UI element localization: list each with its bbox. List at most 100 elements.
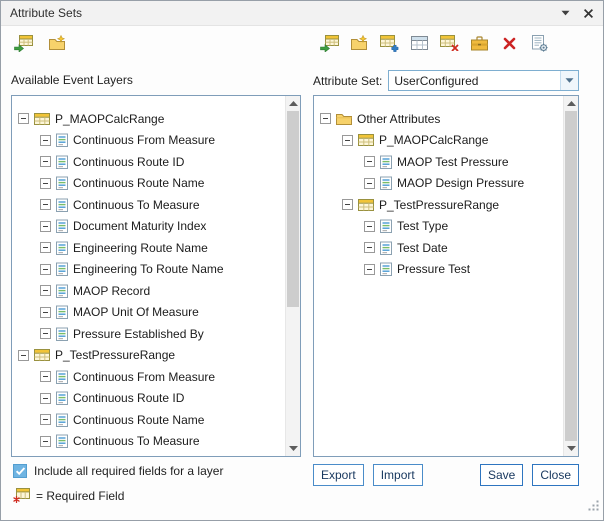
tree-item[interactable]: Continuous To Measure — [12, 431, 285, 453]
tree-item-label: Continuous Route Name — [73, 413, 204, 427]
collapse-icon[interactable] — [364, 264, 375, 275]
collapse-icon[interactable] — [40, 307, 51, 318]
chevron-down-icon[interactable] — [561, 10, 570, 16]
table-remove-icon[interactable] — [439, 34, 459, 52]
collapse-icon[interactable] — [40, 328, 51, 339]
left-scrollbar[interactable] — [285, 96, 300, 456]
tree-item[interactable]: Pressure Test — [314, 259, 563, 281]
collapse-icon[interactable] — [18, 113, 29, 124]
collapse-icon[interactable] — [40, 135, 51, 146]
collapse-icon[interactable] — [40, 221, 51, 232]
resize-grip-icon[interactable] — [587, 499, 600, 517]
include-required-checkbox[interactable] — [13, 464, 27, 478]
tree-item[interactable]: Test Type — [314, 216, 563, 238]
import-button[interactable]: Import — [373, 464, 423, 486]
collapse-icon[interactable] — [40, 264, 51, 275]
delete-icon[interactable] — [499, 34, 519, 52]
field-icon — [380, 262, 392, 276]
new-group-icon[interactable] — [47, 34, 67, 52]
close-button[interactable]: Close — [532, 464, 579, 486]
tree-item[interactable]: Continuous To Measure — [12, 194, 285, 216]
tree-item[interactable]: MAOP Record — [12, 280, 285, 302]
tree-item[interactable]: Continuous From Measure — [12, 130, 285, 152]
collapse-icon[interactable] — [364, 242, 375, 253]
field-icon — [380, 155, 392, 169]
field-icon — [56, 219, 68, 233]
tree-item-label: P_TestPressureRange — [55, 348, 175, 362]
button-spacer — [432, 464, 471, 486]
collapse-icon[interactable] — [40, 178, 51, 189]
table-grid-icon[interactable] — [409, 34, 429, 52]
collapse-icon[interactable] — [364, 156, 375, 167]
tree-item[interactable]: Other Attributes — [314, 108, 563, 130]
save-button[interactable]: Save — [480, 464, 523, 486]
new-group-icon[interactable] — [349, 34, 369, 52]
add-layer-icon[interactable] — [13, 34, 33, 52]
tree-item[interactable]: Engineering To Route Name — [12, 259, 285, 281]
tree-item[interactable]: Document Maturity Index — [12, 216, 285, 238]
attribute-set-dropdown[interactable]: UserConfigured — [388, 70, 579, 91]
attribute-sets-dialog: Attribute Sets Available Event Layers At… — [0, 0, 604, 521]
tree-item-label: Engineering To Route Name — [73, 262, 224, 276]
collapse-icon[interactable] — [342, 135, 353, 146]
scroll-down-icon[interactable] — [286, 441, 300, 456]
right-scrollbar[interactable] — [563, 96, 578, 456]
collapse-icon[interactable] — [364, 178, 375, 189]
tree-item[interactable]: P_MAOPCalcRange — [314, 130, 563, 152]
include-required-row: Include all required fields for a layer — [13, 464, 223, 478]
left-scrollbar-thumb[interactable] — [287, 111, 299, 307]
tree-item[interactable]: Continuous Route ID — [12, 151, 285, 173]
tree-item[interactable]: Continuous Route Name — [12, 409, 285, 431]
tree-item-label: Pressure Established By — [73, 327, 204, 341]
add-layer-icon[interactable] — [319, 34, 339, 52]
tree-item[interactable]: MAOP Design Pressure — [314, 173, 563, 195]
tree-item[interactable]: Continuous From Measure — [12, 366, 285, 388]
scroll-up-icon[interactable] — [286, 96, 300, 111]
attribute-set-panel: Other AttributesP_MAOPCalcRangeMAOP Test… — [313, 95, 579, 457]
collapse-icon[interactable] — [18, 350, 29, 361]
collapse-icon[interactable] — [364, 221, 375, 232]
dropdown-caret-icon[interactable] — [560, 71, 578, 90]
table-icon — [34, 349, 50, 361]
tree-item[interactable]: P_MAOPCalcRange — [12, 108, 285, 130]
tree-item-label: Continuous Route Name — [73, 176, 204, 190]
attribute-set-tree: Other AttributesP_MAOPCalcRangeMAOP Test… — [314, 96, 563, 456]
tree-item[interactable]: Test Date — [314, 237, 563, 259]
include-required-label: Include all required fields for a layer — [34, 464, 223, 478]
scroll-down-icon[interactable] — [564, 441, 578, 456]
tree-item[interactable]: MAOP Unit Of Measure — [12, 302, 285, 324]
report-icon[interactable] — [529, 34, 549, 52]
collapse-icon[interactable] — [40, 285, 51, 296]
tree-item-label: Continuous Route ID — [73, 391, 184, 405]
tree-item[interactable]: Engineering Route Name — [12, 237, 285, 259]
tree-item[interactable]: P_TestPressureRange — [12, 345, 285, 367]
close-icon[interactable] — [583, 8, 594, 19]
tree-item[interactable]: P_TestPressureRange — [314, 194, 563, 216]
collapse-icon[interactable] — [40, 199, 51, 210]
titlebar[interactable]: Attribute Sets — [1, 1, 603, 26]
field-icon — [56, 413, 68, 427]
collapse-icon[interactable] — [320, 113, 331, 124]
right-scrollbar-thumb[interactable] — [565, 111, 577, 441]
tree-item-label: Continuous From Measure — [73, 370, 215, 384]
available-layers-tree: P_MAOPCalcRangeContinuous From MeasureCo… — [12, 96, 285, 456]
tree-item[interactable]: MAOP Test Pressure — [314, 151, 563, 173]
collapse-icon[interactable] — [40, 414, 51, 425]
collapse-icon[interactable] — [40, 436, 51, 447]
briefcase-icon[interactable] — [469, 34, 489, 52]
collapse-icon[interactable] — [40, 393, 51, 404]
tree-item[interactable]: Pressure Established By — [12, 323, 285, 345]
tree-item-label: MAOP Unit Of Measure — [73, 305, 199, 319]
tree-item-label: Continuous Route ID — [73, 155, 184, 169]
tree-item[interactable]: Continuous Route Name — [12, 173, 285, 195]
collapse-icon[interactable] — [40, 371, 51, 382]
field-icon — [56, 327, 68, 341]
collapse-icon[interactable] — [342, 199, 353, 210]
tree-item[interactable]: Continuous Route ID — [12, 388, 285, 410]
collapse-icon[interactable] — [40, 242, 51, 253]
export-button[interactable]: Export — [313, 464, 364, 486]
collapse-icon[interactable] — [40, 156, 51, 167]
field-icon — [56, 370, 68, 384]
table-plus-icon[interactable] — [379, 34, 399, 52]
scroll-up-icon[interactable] — [564, 96, 578, 111]
